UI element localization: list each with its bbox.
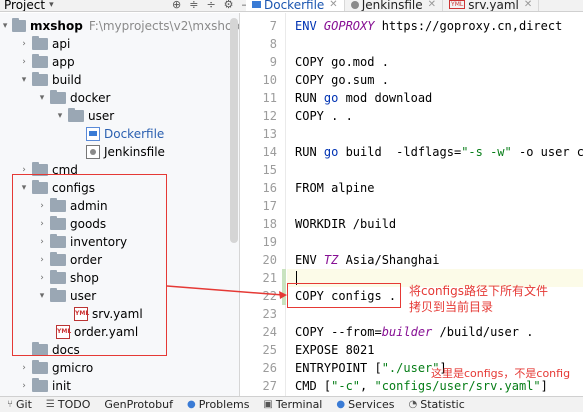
- tool-window-label: Services: [348, 398, 395, 411]
- tool-window-label: Problems: [198, 398, 250, 411]
- tool-window-label: Statistic: [420, 398, 465, 411]
- git-icon: ⑂: [7, 399, 13, 410]
- tool-window-services[interactable]: ● Services: [329, 398, 401, 411]
- statistic-icon: ◔: [408, 399, 418, 410]
- tool-window-label: Terminal: [275, 398, 323, 411]
- todo-icon: ☰: [45, 399, 55, 410]
- tool-window-terminal[interactable]: ▣ Terminal: [256, 398, 329, 411]
- annotation-arrows: [166, 285, 287, 299]
- annotation-line: 拷贝到当前目录: [409, 300, 494, 314]
- status-bar: ⑂ Git ☰ TODO GenProtobuf ● Problems ▣ Te…: [0, 396, 583, 412]
- tool-window-problems[interactable]: ● Problems: [180, 398, 256, 411]
- tool-window-genprotobuf[interactable]: GenProtobuf: [97, 398, 180, 411]
- annotation-note-configs: 这里是configs，不是config: [431, 367, 571, 380]
- terminal-icon: ▣: [263, 399, 273, 410]
- tool-window-statistic[interactable]: ◔ Statistic: [402, 398, 472, 411]
- services-icon: ●: [336, 399, 346, 410]
- tool-window-todo[interactable]: ☰ TODO: [39, 398, 97, 411]
- annotation-note-copy: 将configs路径下所有文件 拷贝到当前目录: [409, 283, 548, 315]
- arrow-head: [279, 291, 287, 299]
- tool-window-label: GenProtobuf: [104, 398, 173, 411]
- tool-window-label: TODO: [57, 398, 91, 411]
- tool-window-label: Git: [16, 398, 32, 411]
- problems-icon: ●: [186, 399, 196, 410]
- annotation-line: 将configs路径下所有文件: [409, 284, 548, 298]
- tool-window-git[interactable]: ⑂ Git: [0, 398, 39, 411]
- arrow-line: [166, 285, 284, 296]
